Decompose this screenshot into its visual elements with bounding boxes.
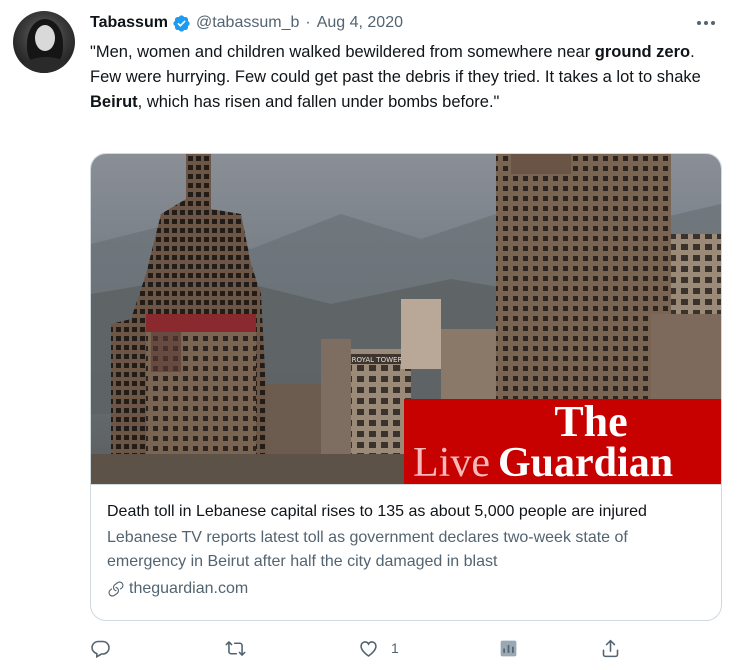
avatar-shoulder bbox=[19, 57, 73, 73]
like-icon bbox=[360, 640, 377, 657]
retweet-button[interactable] bbox=[225, 636, 258, 660]
share-button[interactable] bbox=[600, 636, 633, 660]
tweet-text: "Men, women and children walked bewilder… bbox=[90, 40, 720, 115]
tweet-text-part: , which has risen and fallen under bombs… bbox=[137, 93, 500, 111]
verified-icon bbox=[173, 14, 190, 32]
logo-the: The bbox=[554, 397, 627, 446]
tweet-header: Tabassum @tabassum_b · Aug 4, 2020 bbox=[90, 12, 403, 34]
sign-royal-tower: ROYAL TOWER bbox=[352, 356, 403, 364]
like-button[interactable]: 1 bbox=[358, 636, 399, 660]
tweet-text-bold: Beirut bbox=[90, 93, 138, 111]
beirut-photo: ROYAL TOWER The Live Guardian bbox=[91, 154, 721, 485]
reply-icon bbox=[91, 640, 110, 658]
author-name[interactable]: Tabassum bbox=[90, 14, 168, 32]
card-image[interactable]: ROYAL TOWER The Live Guardian bbox=[91, 154, 721, 485]
more-icon[interactable] bbox=[695, 13, 717, 33]
link-card[interactable]: ROYAL TOWER The Live Guardian Death toll… bbox=[90, 153, 722, 621]
card-description: Lebanese TV reports latest toll as gover… bbox=[107, 529, 628, 570]
retweet-icon bbox=[225, 640, 246, 656]
logo-guardian: Guardian bbox=[498, 440, 673, 485]
analytics-button[interactable] bbox=[498, 636, 531, 660]
tweet-actions: 1 bbox=[90, 636, 630, 660]
like-count: 1 bbox=[391, 640, 399, 656]
card-body[interactable]: Death toll in Lebanese capital rises to … bbox=[91, 485, 721, 620]
logo-live: Live bbox=[413, 440, 490, 485]
analytics-icon bbox=[500, 640, 517, 656]
card-title[interactable]: Death toll in Lebanese capital rises to … bbox=[107, 501, 707, 523]
card-domain-text: theguardian.com bbox=[129, 580, 249, 597]
avatar[interactable] bbox=[13, 11, 75, 73]
link-icon bbox=[108, 581, 124, 597]
tweet[interactable]: Tabassum @tabassum_b · Aug 4, 2020 "Men,… bbox=[0, 0, 737, 670]
reply-button[interactable] bbox=[90, 636, 123, 660]
card-domain[interactable]: theguardian.com bbox=[107, 578, 705, 600]
tweet-text-bold: ground zero bbox=[594, 43, 691, 61]
tweet-date[interactable]: Aug 4, 2020 bbox=[317, 14, 403, 32]
author-handle[interactable]: @tabassum_b bbox=[196, 14, 299, 32]
separator-dot: · bbox=[305, 14, 311, 31]
share-icon bbox=[602, 639, 619, 657]
tweet-text-part: "Men, women and children walked bewilder… bbox=[90, 43, 595, 61]
avatar-face bbox=[35, 25, 55, 51]
